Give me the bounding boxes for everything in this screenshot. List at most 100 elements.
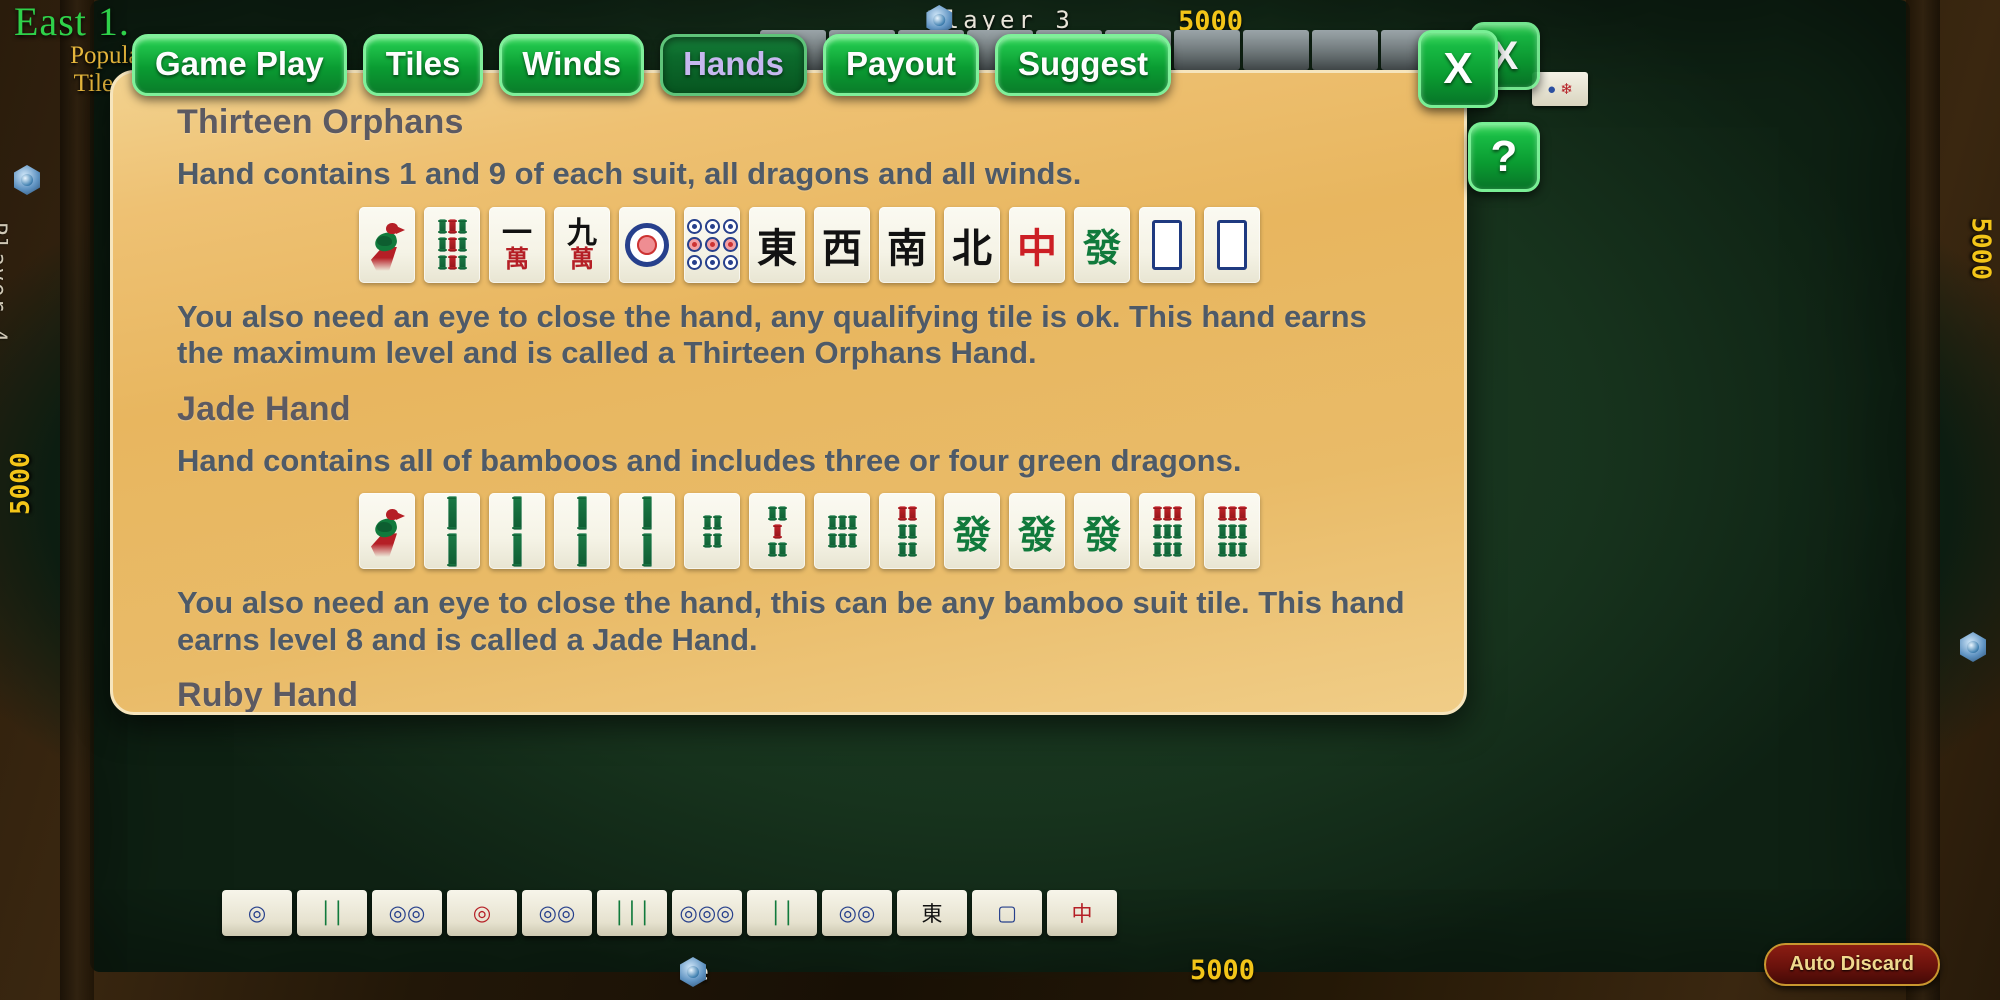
bamboo-bird-icon	[367, 503, 407, 559]
tile-green-dragon: 發	[944, 493, 1000, 570]
tile-white-dragon	[1204, 206, 1260, 283]
wall-tile	[1312, 30, 1378, 70]
tile-green-dragon: 發	[1009, 493, 1065, 570]
hand-tile[interactable]: 東	[897, 890, 967, 936]
section-note-jade-hand: You also need an eye to close the hand, …	[177, 585, 1405, 657]
tile-1-circle	[619, 206, 675, 283]
close-dialog-button[interactable]: X	[1418, 30, 1498, 108]
tab-game-play[interactable]: Game Play	[132, 34, 347, 96]
tile-row-thirteen-orphans: 一萬 九萬 東 西 南 北 中 發	[359, 206, 1464, 283]
tile-9-bamboo	[1139, 493, 1195, 570]
bamboo-sticks-icon	[641, 495, 652, 567]
character-glyph: 九萬	[567, 215, 597, 273]
tab-payout[interactable]: Payout	[822, 34, 979, 96]
tile-9-character: 九萬	[554, 206, 610, 283]
left-player-name: Player 4	[0, 222, 10, 344]
hand-tile[interactable]: 中	[1047, 890, 1117, 936]
bottom-player-score: 5000	[1190, 955, 1256, 986]
hand-tile[interactable]: ◎◎	[372, 890, 442, 936]
section-description-jade-hand: Hand contains all of bamboos and include…	[177, 442, 1242, 478]
bamboo-sticks-icon	[1217, 505, 1247, 557]
bamboo-sticks-icon	[827, 514, 857, 548]
green-dragon-glyph: 發	[952, 511, 991, 557]
wall-tile	[1174, 30, 1240, 70]
left-player-score: 5000	[6, 452, 36, 515]
right-player-score: 5000	[1966, 217, 1996, 280]
table-right-wood-edge	[1906, 0, 1940, 1000]
tile-row-jade-hand: 發 發 發	[359, 493, 1464, 570]
tile-2-bamboo	[554, 493, 610, 570]
green-dragon-glyph: 發	[1017, 511, 1056, 557]
wall-tile	[1243, 30, 1309, 70]
tab-winds[interactable]: Winds	[499, 34, 645, 96]
tile-1-bamboo	[359, 493, 415, 570]
tile-mark-red: ❄	[1560, 81, 1573, 98]
tile-8-bamboo	[879, 493, 935, 570]
tile-1-character: 一萬	[489, 206, 545, 283]
bamboo-sticks-icon	[1152, 505, 1182, 557]
west-wind-glyph: 西	[822, 224, 862, 272]
tile-9-bamboo	[1204, 493, 1260, 570]
hand-tile[interactable]: ◎◎	[822, 890, 892, 936]
bamboo-sticks-icon	[437, 219, 467, 271]
bamboo-sticks-icon	[897, 505, 917, 557]
tile-green-dragon: 發	[1074, 206, 1130, 283]
player-hand[interactable]: ◎ ││ ◎◎ ◎ ◎◎ │││ ◎◎◎ ││ ◎◎ 東 ▢ 中	[222, 890, 1117, 936]
hand-tile[interactable]: ◎	[222, 890, 292, 936]
section-title-ruby-hand: Ruby Hand	[177, 676, 359, 715]
tile-south-wind: 南	[879, 206, 935, 283]
bamboo-sticks-icon	[767, 505, 787, 557]
green-dragon-glyph: 發	[1082, 225, 1121, 271]
tile-red-dragon: 中	[1009, 206, 1065, 283]
tile-2-bamboo	[619, 493, 675, 570]
tab-hands[interactable]: Hands	[660, 34, 807, 96]
hand-tile[interactable]: ││	[747, 890, 817, 936]
tab-tiles[interactable]: Tiles	[362, 34, 484, 96]
auto-discard-button[interactable]: Auto Discard	[1763, 943, 1940, 986]
tile-1-bamboo	[359, 206, 415, 283]
tab-suggest[interactable]: Suggest	[994, 34, 1172, 96]
hand-tile[interactable]: ◎	[447, 890, 517, 936]
bottom-player-info: me	[680, 957, 709, 987]
tile-2-bamboo	[489, 493, 545, 570]
help-tab-bar: Game Play Tiles Winds Hands Payout Sugge…	[132, 34, 1172, 96]
bamboo-sticks-icon	[446, 495, 457, 567]
bamboo-sticks-icon	[511, 495, 522, 567]
hand-tile[interactable]: ◎◎◎	[672, 890, 742, 936]
hand-tile[interactable]: ││	[297, 890, 367, 936]
tile-white-dragon	[1139, 206, 1195, 283]
green-dragon-glyph: 發	[1082, 511, 1121, 557]
table-left-wood-edge	[60, 0, 94, 1000]
south-wind-glyph: 南	[887, 224, 927, 272]
hand-tile[interactable]: ◎◎	[522, 890, 592, 936]
section-description-thirteen-orphans: Hand contains 1 and 9 of each suit, all …	[177, 156, 1082, 191]
bamboo-sticks-icon	[702, 514, 722, 548]
circle-dots-icon	[686, 219, 738, 271]
discarded-tile[interactable]: ● ❄	[1532, 72, 1588, 106]
bamboo-sticks-icon	[576, 495, 587, 567]
hand-tile[interactable]: │││	[597, 890, 667, 936]
north-wind-glyph: 北	[952, 224, 992, 272]
tile-5-bamboo	[749, 493, 805, 570]
tile-2-bamboo	[424, 493, 480, 570]
tile-west-wind: 西	[814, 206, 870, 283]
help-dialog: Thirteen Orphans Hand contains 1 and 9 o…	[110, 70, 1467, 715]
tile-mark-blue: ●	[1547, 80, 1557, 98]
help-dialog-body: Thirteen Orphans Hand contains 1 and 9 o…	[113, 73, 1464, 715]
tile-north-wind: 北	[944, 206, 1000, 283]
white-dragon-frame-icon	[1217, 219, 1247, 270]
tile-9-circle	[684, 206, 740, 283]
section-title-jade-hand: Jade Hand	[177, 389, 351, 428]
character-glyph: 一萬	[502, 215, 532, 273]
bamboo-bird-icon	[367, 217, 407, 273]
tile-east-wind: 東	[749, 206, 805, 283]
hand-tile[interactable]: ▢	[972, 890, 1042, 936]
east-wind-glyph: 東	[757, 224, 797, 272]
red-dragon-glyph: 中	[1017, 224, 1057, 272]
circle-dot-icon	[625, 222, 669, 267]
tile-6-bamboo	[814, 493, 870, 570]
section-title-thirteen-orphans: Thirteen Orphans	[177, 103, 464, 141]
tile-9-bamboo	[424, 206, 480, 283]
help-button[interactable]: ?	[1468, 122, 1540, 192]
white-dragon-frame-icon	[1152, 219, 1182, 270]
